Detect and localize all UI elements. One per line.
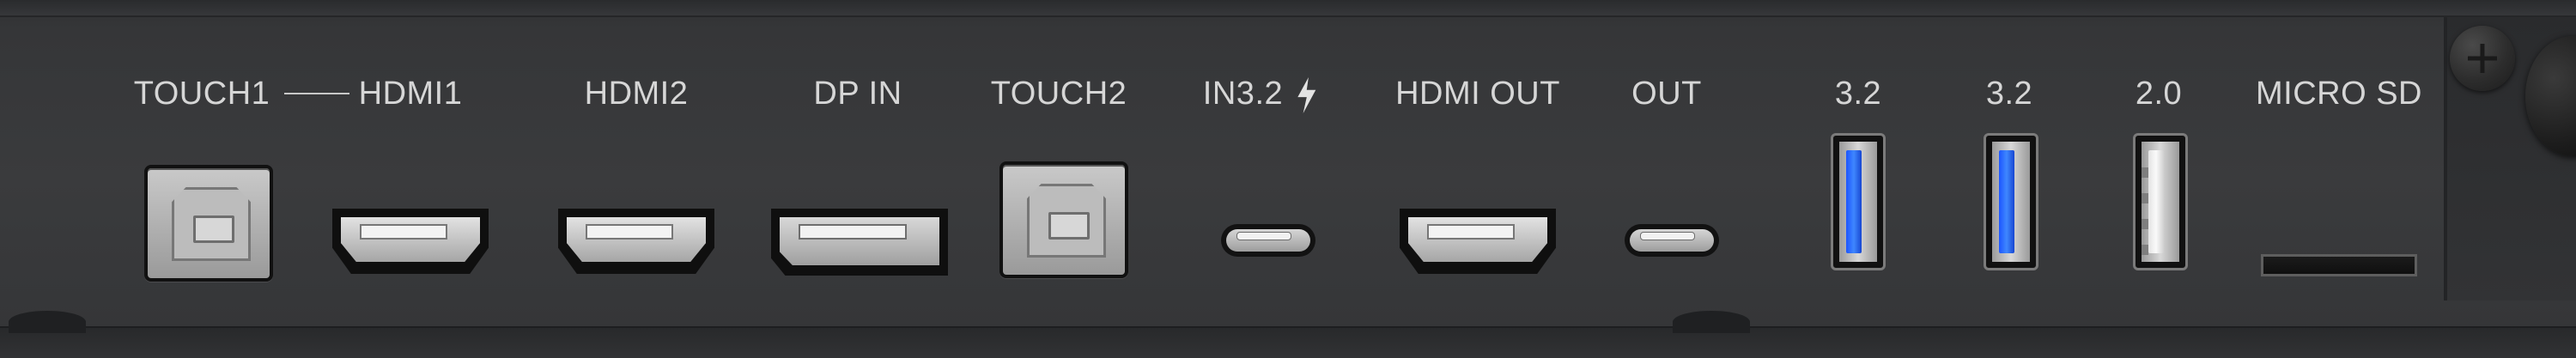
touch2-usb-b-port[interactable] [999,161,1128,278]
hdmi1-port[interactable] [332,209,489,274]
hdmi-out-port-tongue [1427,224,1515,240]
label-usb-3-2-b: 3.2 [1985,76,2033,112]
panel-bottom-edge [0,326,2576,358]
usb-c-out-port[interactable] [1625,224,1719,257]
usb-a-3-2-port-1-shell [1839,142,1877,262]
usb-a-2-0-pin [2142,219,2148,229]
bottom-bump [1673,311,1750,333]
usb-a-2-0-port[interactable] [2133,133,2188,270]
usb-a-2-0-pin [2142,193,2148,203]
label-dp-in: DP IN [813,76,902,112]
usb-a-3-2-port-1-tongue [1846,150,1862,253]
screw-icon [2450,26,2515,91]
usb-a-3-2-port-2-tongue [1999,150,2014,253]
usb-c-in-port[interactable] [1221,224,1315,257]
touch1-usb-b-port[interactable] [144,165,273,282]
label-hdmi2: HDMI2 [584,76,689,112]
touch1-port-inner [172,187,251,261]
hdmi-out-port[interactable] [1400,209,1556,274]
panel-top-edge [0,0,2576,17]
connector-panel: TOUCH1 HDMI1 HDMI2 DP IN TOUCH2 IN3.2 HD… [0,0,2576,358]
displayport-in-port[interactable] [771,209,948,276]
hdmi2-port-tongue [586,224,673,240]
usb-a-3-2-port-1[interactable] [1831,133,1886,270]
micro-sd-slot[interactable] [2261,254,2417,276]
displayport-port-tongue [799,224,907,240]
lightning-bolt-icon [1297,76,1316,113]
screw-slot [2480,44,2485,73]
usb-c-out-tongue [1640,232,1695,240]
touch1-port-core [193,215,234,243]
touch1-hdmi1-link-line [284,93,349,94]
usb-a-3-2-port-2-shell [1992,142,2030,262]
label-hdmi1: HDMI1 [358,76,463,112]
usb-a-2-0-pin [2142,245,2148,255]
label-micro-sd: MICRO SD [2256,76,2422,112]
touch2-port-core [1048,212,1090,240]
label-out: OUT [1631,76,1702,112]
label-in32: IN3.2 [1203,72,1318,115]
usb-a-3-2-port-2[interactable] [1984,133,2038,270]
label-usb-3-2-a: 3.2 [1834,76,1882,112]
hdmi1-port-tongue [360,224,447,240]
usb-a-2-0-port-shell [2142,142,2179,262]
usb-a-2-0-port-tongue [2148,150,2164,253]
usb-a-2-0-pin [2142,167,2148,178]
usb-c-in-tongue [1236,232,1291,240]
label-touch1: TOUCH1 [133,76,270,112]
label-touch2: TOUCH2 [990,76,1127,112]
bottom-bump [9,311,86,333]
hdmi2-port[interactable] [558,209,714,274]
label-hdmi-out: HDMI OUT [1395,76,1560,112]
touch2-port-inner [1027,184,1106,258]
label-usb-2-0: 2.0 [2135,76,2183,112]
